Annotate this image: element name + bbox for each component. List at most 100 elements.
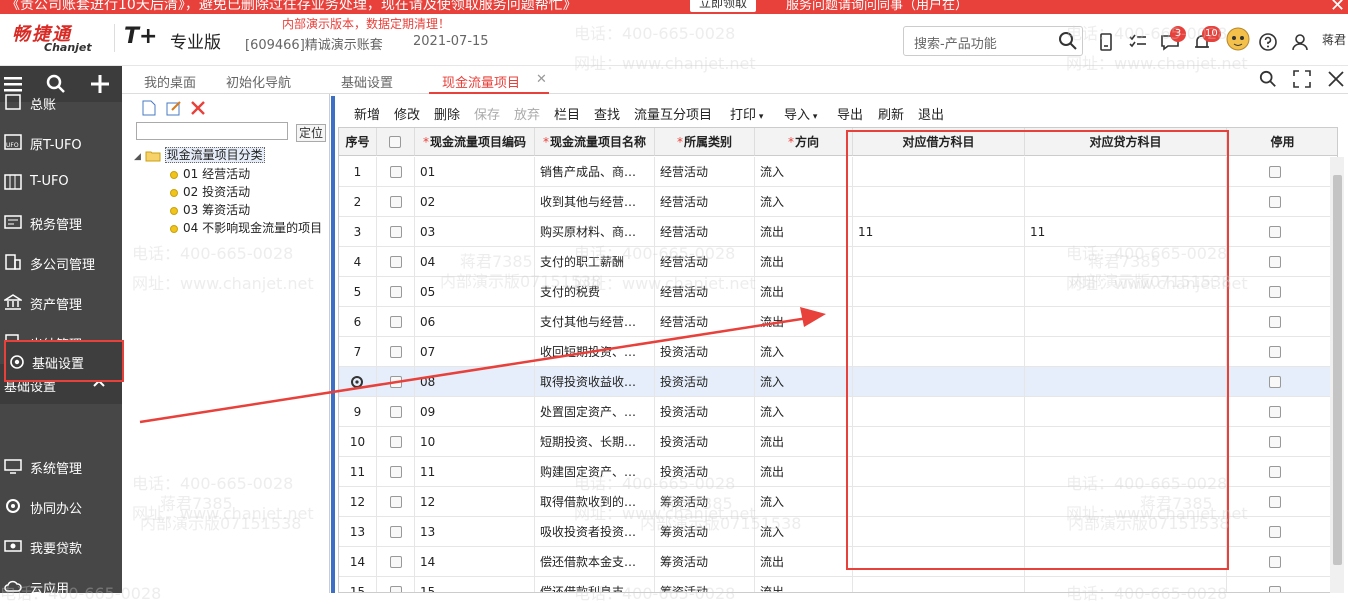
cell-name[interactable]: 支付的职工薪酬	[535, 247, 655, 277]
cell-debit[interactable]	[853, 277, 1025, 307]
cell-code[interactable]: 09	[415, 397, 535, 427]
table-row[interactable]: 2 02 收到其他与经营… 经营活动 流入	[339, 187, 1337, 217]
table-row[interactable]: 11 11 购建固定资产、… 投资活动 流出	[339, 457, 1337, 487]
row-disabled-checkbox[interactable]	[1269, 466, 1281, 478]
cell-code[interactable]: 05	[415, 277, 535, 307]
cell-name[interactable]: 收到其他与经营…	[535, 187, 655, 217]
cell-code[interactable]: 06	[415, 307, 535, 337]
tree-expand-icon[interactable]: ◢	[134, 152, 141, 162]
row-disabled-checkbox[interactable]	[1269, 196, 1281, 208]
cell-name[interactable]: 支付的税费	[535, 277, 655, 307]
row-select-checkbox[interactable]	[390, 466, 402, 478]
cell-credit[interactable]	[1025, 457, 1227, 487]
cell-code[interactable]: 04	[415, 247, 535, 277]
grid-scrollbar[interactable]	[1330, 157, 1344, 593]
row-select-checkbox[interactable]	[390, 556, 402, 568]
cell-code[interactable]: 02	[415, 187, 535, 217]
cell-direction[interactable]: 流入	[755, 157, 853, 187]
cell-name[interactable]: 支付其他与经营…	[535, 307, 655, 337]
toolbar-refresh-button[interactable]: 刷新	[878, 104, 904, 123]
cell-code[interactable]: 01	[415, 157, 535, 187]
cell-no[interactable]: 12	[339, 487, 377, 517]
splitter-handle[interactable]	[331, 96, 335, 593]
cell-credit[interactable]	[1025, 577, 1227, 592]
cell-category[interactable]: 筹资活动	[655, 577, 755, 592]
cell-no[interactable]: 15	[339, 577, 377, 592]
col-header-code[interactable]: *现金流量项目编码	[415, 128, 535, 156]
cell-credit[interactable]	[1025, 397, 1227, 427]
toolbar-export-button[interactable]: 导出	[837, 104, 863, 123]
task-list-icon[interactable]	[1128, 32, 1148, 52]
toolbar-print-button[interactable]: 打印 ▾	[730, 104, 763, 123]
cell-name[interactable]: 偿还借款利息支…	[535, 577, 655, 592]
cell-direction[interactable]: 流出	[755, 247, 853, 277]
cell-code[interactable]: 03	[415, 217, 535, 247]
cell-no[interactable]: 5	[339, 277, 377, 307]
table-row[interactable]: 1 01 销售产成品、商… 经营活动 流入	[339, 157, 1337, 187]
cell-direction[interactable]: 流出	[755, 577, 853, 592]
cell-name[interactable]: 取得投资收益收…	[535, 367, 655, 397]
cell-name[interactable]: 处置固定资产、…	[535, 397, 655, 427]
cell-name[interactable]: 销售产成品、商…	[535, 157, 655, 187]
sidebar-item-multi-company[interactable]: 多公司管理	[0, 242, 122, 282]
table-row[interactable]: 15 15 偿还借款利息支… 筹资活动 流出	[339, 577, 1337, 592]
tree-search-input[interactable]	[136, 122, 288, 140]
cell-credit[interactable]	[1025, 367, 1227, 397]
cell-debit[interactable]	[853, 187, 1025, 217]
sidebar-item-system[interactable]: 系统管理	[0, 446, 122, 486]
toolbar-new-button[interactable]: 新增	[354, 104, 380, 123]
cell-no[interactable]: 3	[339, 217, 377, 247]
function-search[interactable]: 搜索-产品功能	[903, 26, 1083, 56]
cell-direction[interactable]: 流出	[755, 427, 853, 457]
cell-debit[interactable]	[853, 517, 1025, 547]
cell-direction[interactable]: 流出	[755, 277, 853, 307]
close-all-icon[interactable]	[1327, 70, 1345, 88]
col-header-no[interactable]: 序号	[339, 128, 377, 156]
cell-debit[interactable]	[853, 577, 1025, 592]
cell-direction[interactable]: 流入	[755, 397, 853, 427]
row-select-checkbox[interactable]	[390, 196, 402, 208]
table-row[interactable]: 08 取得投资收益收… 投资活动 流入	[339, 367, 1337, 397]
row-select-checkbox[interactable]	[390, 436, 402, 448]
col-header-category[interactable]: *所属类别	[655, 128, 755, 156]
sidebar-item-collab[interactable]: 协同办公	[0, 486, 122, 526]
cell-category[interactable]: 经营活动	[655, 277, 755, 307]
cell-credit[interactable]	[1025, 427, 1227, 457]
col-header-select[interactable]	[377, 128, 415, 156]
cell-direction[interactable]: 流出	[755, 457, 853, 487]
row-select-checkbox[interactable]	[390, 496, 402, 508]
table-row[interactable]: 5 05 支付的税费 经营活动 流出	[339, 277, 1337, 307]
table-row[interactable]: 13 13 吸收投资者投资… 筹资活动 流入	[339, 517, 1337, 547]
toolbar-delete-button[interactable]: 删除	[434, 104, 460, 123]
notification-button[interactable]: 10	[1192, 26, 1221, 52]
row-gear-icon[interactable]	[350, 375, 364, 389]
cell-name[interactable]: 偿还借款本金支…	[535, 547, 655, 577]
cell-direction[interactable]: 流入	[755, 487, 853, 517]
cell-debit[interactable]	[853, 367, 1025, 397]
cell-debit[interactable]	[853, 547, 1025, 577]
user-icon[interactable]	[1290, 32, 1310, 52]
sidebar-item-loan[interactable]: 我要贷款	[0, 526, 122, 566]
row-disabled-checkbox[interactable]	[1269, 316, 1281, 328]
cell-no[interactable]: 4	[339, 247, 377, 277]
scrollbar-thumb[interactable]	[1333, 175, 1342, 565]
cell-debit[interactable]	[853, 397, 1025, 427]
tree-node[interactable]: 02 投资活动	[170, 183, 250, 200]
cell-credit[interactable]	[1025, 517, 1227, 547]
cell-no[interactable]: 6	[339, 307, 377, 337]
cell-name[interactable]: 收回短期投资、…	[535, 337, 655, 367]
cell-no[interactable]: 7	[339, 337, 377, 367]
tree-node[interactable]: 01 经营活动	[170, 165, 250, 182]
cell-debit[interactable]	[853, 307, 1025, 337]
col-header-disabled[interactable]: 停用	[1227, 128, 1337, 156]
cell-credit[interactable]	[1025, 487, 1227, 517]
cell-category[interactable]: 经营活动	[655, 157, 755, 187]
cell-direction[interactable]: 流入	[755, 367, 853, 397]
table-row[interactable]: 7 07 收回短期投资、… 投资活动 流入	[339, 337, 1337, 367]
cell-code[interactable]: 13	[415, 517, 535, 547]
cell-code[interactable]: 14	[415, 547, 535, 577]
tab-cashflow-items[interactable]: 现金流量项目	[442, 72, 520, 91]
cell-category[interactable]: 筹资活动	[655, 547, 755, 577]
tab-basic-settings[interactable]: 基础设置	[341, 72, 393, 91]
table-row[interactable]: 10 10 短期投资、长期… 投资活动 流出	[339, 427, 1337, 457]
